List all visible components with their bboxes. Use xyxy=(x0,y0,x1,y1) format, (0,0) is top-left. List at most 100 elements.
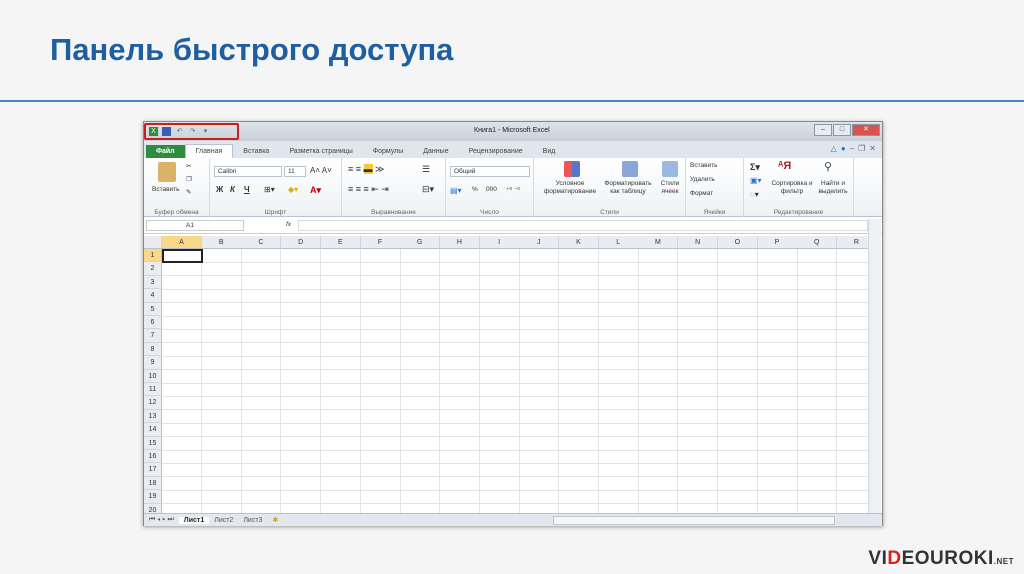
insert-cells-button[interactable]: Вставить xyxy=(690,162,718,169)
row-header[interactable]: 13 xyxy=(144,409,162,424)
column-header[interactable]: Q xyxy=(797,236,838,249)
autosum-icon[interactable]: Σ▾ xyxy=(750,162,760,173)
column-header[interactable]: C xyxy=(241,236,282,249)
row-header[interactable]: 9 xyxy=(144,356,162,370)
delete-cells-button[interactable]: Удалить xyxy=(690,176,715,183)
tab-file[interactable]: Файл xyxy=(146,145,185,158)
row-header[interactable]: 19 xyxy=(144,490,162,504)
vertical-scrollbar[interactable] xyxy=(868,219,881,514)
customize-icon[interactable]: ▾ xyxy=(201,127,210,136)
excel-icon[interactable]: X xyxy=(149,127,158,136)
select-all-corner[interactable] xyxy=(144,236,162,249)
font-color-icon[interactable]: A▾ xyxy=(310,185,321,196)
doc-minimize-icon[interactable]: – xyxy=(850,144,854,153)
column-header[interactable]: L xyxy=(598,236,639,249)
vertical-align-icons[interactable]: ≡ ≡ ▬ ≫ xyxy=(348,164,384,175)
fill-icon[interactable]: ▣▾ xyxy=(750,176,762,185)
italic-button[interactable]: К xyxy=(230,185,235,194)
format-cells-button[interactable]: Формат xyxy=(690,190,713,197)
column-header[interactable]: G xyxy=(400,236,441,249)
column-header[interactable]: K xyxy=(559,236,599,249)
cell-styles-button[interactable]: Стили ячеек xyxy=(656,180,684,196)
underline-button[interactable]: Ч xyxy=(244,185,250,194)
column-header[interactable]: A xyxy=(162,236,202,249)
undo-icon[interactable]: ↶ xyxy=(175,127,184,136)
clear-icon[interactable]: ◌▾ xyxy=(750,190,759,199)
format-table-button[interactable]: Форматировать как таблицу xyxy=(602,180,654,196)
bold-button[interactable]: Ж xyxy=(216,185,223,194)
row-header[interactable]: 17 xyxy=(144,463,162,477)
row-header[interactable]: 10 xyxy=(144,369,162,383)
fx-icon[interactable]: fx xyxy=(286,221,291,228)
row-header[interactable]: 6 xyxy=(144,316,162,330)
grow-font-icon[interactable]: A˄ A˅ xyxy=(310,166,332,175)
row-header[interactable]: 11 xyxy=(144,383,162,397)
tab-insert[interactable]: Вставка xyxy=(233,145,279,158)
row-header[interactable]: 2 xyxy=(144,262,162,276)
tab-review[interactable]: Рецензирование xyxy=(459,145,533,158)
cut-icon[interactable]: ✂ xyxy=(186,162,191,170)
tab-data[interactable]: Данные xyxy=(413,145,458,158)
number-format-select[interactable]: Общий xyxy=(450,166,530,177)
column-header[interactable]: J xyxy=(519,236,560,249)
sheet-tab-3[interactable]: Лист3 xyxy=(238,517,267,524)
column-header[interactable]: E xyxy=(320,236,361,249)
row-header[interactable]: 18 xyxy=(144,476,162,491)
close-button[interactable]: ✕ xyxy=(852,124,880,136)
row-header[interactable]: 15 xyxy=(144,436,162,450)
sheet-nav-icons[interactable]: ⏮ ◂ ▸ ⏭ xyxy=(144,516,179,524)
paste-button[interactable]: Вставить xyxy=(152,186,180,193)
column-header[interactable]: D xyxy=(281,236,322,249)
row-header[interactable]: 5 xyxy=(144,302,162,316)
name-box[interactable]: A1 xyxy=(146,220,244,231)
find-select-button[interactable]: Найти и выделить xyxy=(814,180,852,196)
column-header[interactable]: N xyxy=(678,236,719,249)
copy-icon[interactable]: ❐ xyxy=(186,175,192,183)
format-painter-icon[interactable]: ✎ xyxy=(186,188,191,196)
currency-icon[interactable]: ▤▾ xyxy=(450,186,462,195)
tab-formulas[interactable]: Формулы xyxy=(363,145,413,158)
row-header[interactable]: 1 xyxy=(144,249,162,263)
active-cell-a1[interactable] xyxy=(162,249,203,263)
thousands-button[interactable]: 000 xyxy=(486,186,497,193)
maximize-button[interactable]: □ xyxy=(833,124,851,136)
column-header[interactable]: O xyxy=(717,236,758,249)
column-header[interactable]: I xyxy=(479,236,520,249)
percent-button[interactable]: % xyxy=(472,186,478,193)
conditional-format-button[interactable]: Условное форматирование xyxy=(538,180,602,196)
column-header[interactable]: R xyxy=(836,236,868,249)
row-header[interactable]: 14 xyxy=(144,423,162,437)
row-header[interactable]: 16 xyxy=(144,450,162,464)
doc-restore-icon[interactable]: ❐ xyxy=(858,144,865,153)
decimal-icons[interactable]: ⁺⁰ ⁻⁰ xyxy=(506,186,520,194)
tab-page-layout[interactable]: Разметка страницы xyxy=(279,145,363,158)
fill-color-icon[interactable]: ◆▾ xyxy=(288,185,298,194)
new-sheet-icon[interactable]: ✱ xyxy=(267,516,283,524)
merge-icon[interactable]: ⊟▾ xyxy=(422,184,434,195)
borders-icon[interactable]: ⊞▾ xyxy=(264,185,275,194)
doc-close-icon[interactable]: ✕ xyxy=(869,144,876,153)
font-name-select[interactable]: Calibri xyxy=(214,166,282,177)
column-header[interactable]: H xyxy=(439,236,480,249)
row-header[interactable]: 8 xyxy=(144,342,162,357)
column-header[interactable]: P xyxy=(757,236,798,249)
sheet-tab-2[interactable]: Лист2 xyxy=(209,517,238,524)
formula-input[interactable] xyxy=(298,220,868,231)
sheet-tab-1[interactable]: Лист1 xyxy=(178,516,210,524)
column-header[interactable]: F xyxy=(360,236,401,249)
row-header[interactable]: 12 xyxy=(144,396,162,410)
column-header[interactable]: B xyxy=(201,236,242,249)
tab-view[interactable]: Вид xyxy=(533,145,566,158)
worksheet-grid[interactable]: A B C D E F G H I J K L M N O P Q R 1 2 3 4 5 6 7 8 9 10 11 12 13 14 15 1… xyxy=(144,236,868,514)
help-icon[interactable]: ● xyxy=(841,144,846,153)
column-header[interactable]: M xyxy=(638,236,679,249)
collapse-ribbon-icon[interactable]: △ xyxy=(831,144,837,153)
horizontal-align-icons[interactable]: ≡ ≡ ≡ ⇤ ⇥ xyxy=(348,184,389,195)
sort-filter-button[interactable]: Сортировка и фильтр xyxy=(770,180,814,196)
wrap-text-icon[interactable]: ☰ xyxy=(422,164,430,175)
minimize-button[interactable]: – xyxy=(814,124,832,136)
horizontal-scrollbar[interactable] xyxy=(553,515,836,525)
font-size-select[interactable]: 11 xyxy=(284,166,306,177)
save-icon[interactable] xyxy=(162,127,171,136)
row-header[interactable]: 4 xyxy=(144,289,162,303)
